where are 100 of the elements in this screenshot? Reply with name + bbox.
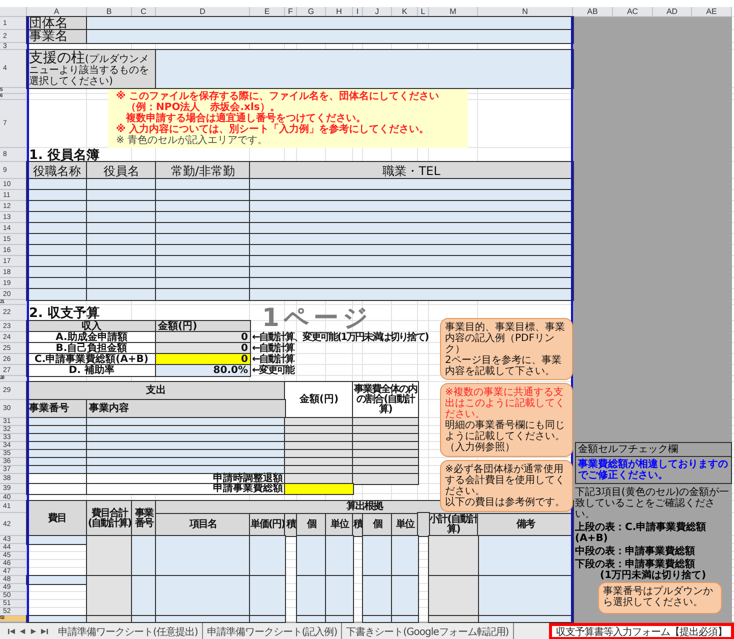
sheet-tab[interactable]: 下書きシート(Googleフォーム転記用) [342, 623, 514, 639]
column-letter[interactable]: E [250, 7, 285, 17]
input-cell[interactable] [156, 576, 250, 616]
column-letter[interactable]: A [27, 7, 87, 17]
column-letter[interactable]: L [418, 7, 429, 17]
input-cell[interactable] [250, 256, 573, 267]
input-cell[interactable] [156, 289, 250, 300]
column-letter[interactable]: N [478, 7, 573, 17]
calc-cell [429, 576, 478, 616]
input-cell[interactable] [250, 179, 573, 190]
column-letter[interactable]: K [392, 7, 418, 17]
input-cell[interactable] [156, 223, 250, 234]
input-cell[interactable] [326, 536, 353, 576]
input-cell[interactable] [363, 536, 392, 576]
input-cell[interactable] [156, 234, 250, 245]
input-cell[interactable] [156, 245, 250, 256]
input-cell[interactable] [87, 289, 156, 300]
input-cell[interactable] [250, 245, 573, 256]
input-cell[interactable] [87, 30, 573, 43]
input-cell[interactable] [156, 267, 250, 278]
input-cell[interactable] [250, 201, 573, 212]
instruction-text: 下記3項目(黄色のセル)の金額が一致していることをご確認ください。 [575, 487, 730, 520]
column-letter[interactable]: C [132, 7, 156, 17]
input-cell[interactable] [27, 576, 87, 584]
input-cell[interactable] [27, 616, 87, 622]
left-arrow-icon[interactable] [19, 628, 26, 635]
column-letter[interactable]: AD [653, 7, 692, 17]
input-cell[interactable] [250, 223, 573, 234]
column-letter[interactable]: I [353, 7, 363, 17]
right-arrow-icon[interactable] [30, 628, 37, 635]
first-arrow-icon[interactable] [8, 628, 15, 635]
input-cell[interactable] [156, 256, 250, 267]
input-cell[interactable] [478, 576, 573, 616]
column-letter[interactable]: G [297, 7, 326, 17]
note-text: ←自動計算 [251, 354, 296, 364]
input-cell[interactable] [297, 576, 326, 616]
input-cell[interactable] [250, 536, 285, 576]
input-cell[interactable] [87, 201, 156, 212]
input-cell[interactable] [156, 278, 250, 289]
input-cell[interactable] [87, 267, 156, 278]
check-item: 中段の表：申請事業費総額 [575, 546, 696, 557]
input-cell[interactable] [87, 17, 573, 30]
input-cell[interactable] [478, 536, 573, 576]
input-cell[interactable] [297, 536, 326, 576]
column-letter[interactable]: AC [613, 7, 653, 17]
input-cell[interactable] [87, 278, 156, 289]
column-letter[interactable]: M [429, 7, 478, 17]
input-cell[interactable] [156, 616, 250, 622]
column-letter[interactable]: D [156, 7, 250, 17]
input-cell[interactable] [87, 234, 156, 245]
input-cell[interactable] [250, 289, 573, 300]
input-cell[interactable] [132, 536, 156, 576]
column-letter[interactable]: AE [692, 7, 732, 17]
input-cell[interactable] [326, 616, 353, 622]
input-cell[interactable] [250, 278, 573, 289]
input-cell[interactable] [478, 616, 573, 622]
input-cell[interactable] [87, 190, 156, 201]
input-cell[interactable] [392, 536, 418, 576]
column-letter[interactable]: J [363, 7, 392, 17]
input-cell[interactable] [297, 616, 326, 622]
input-cell[interactable] [156, 190, 250, 201]
input-cell[interactable] [132, 576, 156, 616]
input-cell[interactable] [250, 616, 285, 622]
column-letter[interactable]: H [326, 7, 353, 17]
callout-text: 明細の事業番号欄にも同じように記載してください。（入力例参照） [445, 420, 566, 453]
sheet-tab[interactable]: 申請準備ワークシート(任意提出) [54, 623, 203, 639]
input-cell[interactable] [27, 536, 87, 544]
input-cell[interactable] [363, 576, 392, 616]
column-letter[interactable]: B [87, 7, 132, 17]
input-cell[interactable] [250, 190, 573, 201]
input-cell[interactable] [87, 245, 156, 256]
sheet-tab[interactable]: 申請準備ワークシート(記入例) [202, 623, 342, 639]
input-cell[interactable] [87, 212, 156, 223]
input-cell[interactable] [156, 212, 250, 223]
input-cell[interactable] [156, 50, 573, 88]
input-cell[interactable] [392, 576, 418, 616]
input-cell[interactable] [156, 179, 250, 190]
input-cell[interactable] [156, 201, 250, 212]
input-cell[interactable] [250, 212, 573, 223]
column-letter[interactable]: AB [573, 7, 613, 17]
input-cell[interactable] [250, 267, 573, 278]
input-cell[interactable] [27, 289, 87, 300]
note-text: ←変更可能 [251, 365, 296, 376]
input-cell[interactable] [132, 616, 156, 622]
panel-title: 金額セルフチェック欄 [575, 442, 732, 457]
header-cell [418, 513, 429, 536]
input-cell[interactable] [326, 576, 353, 616]
input-cell[interactable] [250, 576, 285, 616]
input-cell[interactable] [250, 234, 573, 245]
column-letter[interactable]: F [285, 7, 297, 17]
input-cell[interactable] [392, 616, 418, 622]
input-cell[interactable] [87, 256, 156, 267]
sheet-tab[interactable]: 収支予算書等入力フォーム【提出必須】 [549, 623, 734, 639]
input-cell[interactable] [87, 223, 156, 234]
amount-value[interactable]: 80.0% [156, 365, 250, 376]
last-arrow-icon[interactable] [41, 628, 48, 635]
input-cell[interactable] [156, 536, 250, 576]
input-cell[interactable] [363, 616, 392, 622]
section-title: 2. 収支予算 [28, 305, 100, 320]
input-cell[interactable] [87, 179, 156, 190]
